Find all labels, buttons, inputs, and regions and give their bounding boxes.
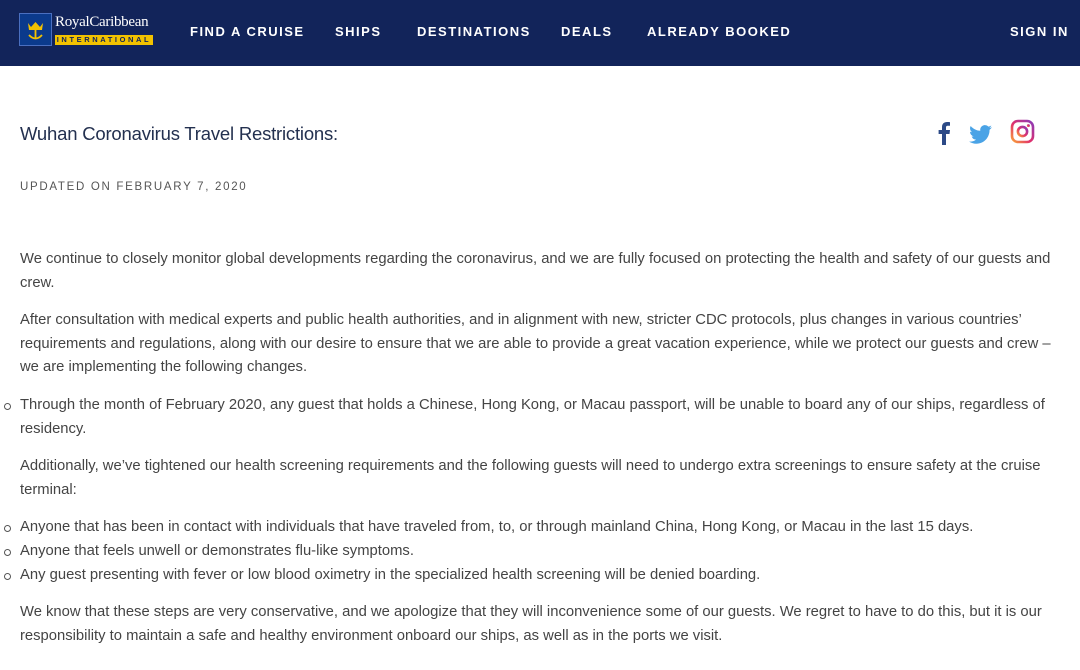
nav-deals[interactable]: DEALS xyxy=(561,24,613,39)
paragraph: We continue to closely monitor global de… xyxy=(20,251,1051,291)
paragraph: Additionally, we’ve tightened our health… xyxy=(20,458,1041,498)
list-item: Through the month of February 2020, any … xyxy=(4,394,1065,441)
list-item: Anyone that feels unwell or demonstrates… xyxy=(4,540,1065,564)
restriction-list: Through the month of February 2020, any … xyxy=(4,394,1065,441)
brand-subtitle: INTERNATIONAL xyxy=(55,35,153,45)
page-title: Wuhan Coronavirus Travel Restrictions: xyxy=(20,123,338,144)
instagram-icon[interactable] xyxy=(1010,119,1035,149)
royal-caribbean-logo[interactable]: RoyalCaribbean INTERNATIONAL xyxy=(19,13,153,46)
nav-already-booked[interactable]: ALREADY BOOKED xyxy=(647,24,791,39)
paragraph: After consultation with medical experts … xyxy=(20,312,1051,376)
top-navigation-bar: RoyalCaribbean INTERNATIONAL FIND A CRUI… xyxy=(0,0,1080,66)
nav-ships[interactable]: SHIPS xyxy=(335,24,382,39)
list-item: Any guest presenting with fever or low b… xyxy=(4,564,1065,588)
brand-name: RoyalCaribbean xyxy=(55,14,149,30)
sign-in-link[interactable]: SIGN IN xyxy=(1010,24,1069,39)
screening-list: Anyone that has been in contact with ind… xyxy=(4,516,1065,588)
updated-date: UPDATED ON FEBRUARY 7, 2020 xyxy=(20,181,248,193)
crown-anchor-icon xyxy=(19,13,52,46)
nav-destinations[interactable]: DESTINATIONS xyxy=(417,24,531,39)
twitter-icon[interactable] xyxy=(969,125,992,149)
nav-find-a-cruise[interactable]: FIND A CRUISE xyxy=(190,24,305,39)
list-item: Anyone that has been in contact with ind… xyxy=(4,516,1065,540)
paragraph: We know that these steps are very conser… xyxy=(20,604,1042,644)
facebook-icon[interactable] xyxy=(937,121,951,150)
article-body: We continue to closely monitor global de… xyxy=(4,248,1065,662)
